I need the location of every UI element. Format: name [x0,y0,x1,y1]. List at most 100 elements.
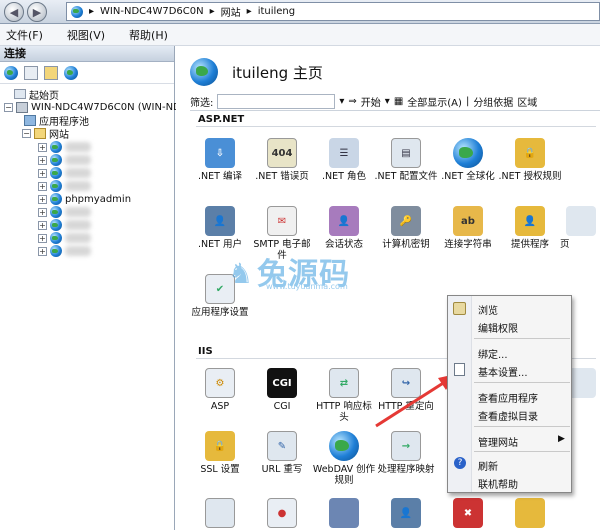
expand-icon[interactable]: + [38,155,47,165]
back-button[interactable]: ◀ [4,2,24,22]
separator: | [465,96,470,107]
feature-pages[interactable]: 页 [560,206,600,250]
folder-icon[interactable] [44,65,58,80]
menu-view[interactable]: 视图(V) [67,27,105,43]
feature-icon-only[interactable] [312,498,376,531]
expand-icon[interactable]: + [38,142,47,152]
ctx-view-virtual-directories[interactable]: 查看虚拟目录 [478,408,538,423]
feature-icon-only[interactable]: ✖ [436,498,500,531]
feature-net-roles[interactable]: ☰ .NET 角色 [312,138,376,182]
tree-item-site[interactable]: + [38,154,91,166]
pages-icon [566,206,596,236]
expand-icon[interactable]: + [38,220,47,230]
ctx-separator [474,382,570,383]
connections-toolbar [0,62,174,84]
feature-asp[interactable]: ⚙ ASP [188,368,252,412]
expand-icon[interactable]: + [38,233,47,243]
section-aspnet: ASP.NET [198,114,245,125]
feature-machine-key[interactable]: 🔑 计算机密钥 [374,206,438,250]
tree-item-site-phpmyadmin[interactable]: + phpmyadmin [38,193,131,205]
menu-file[interactable]: 文件(F) [6,27,43,43]
tree-item-site[interactable]: + [38,180,91,192]
connection-string-icon: ab [453,206,483,236]
tree-item-sites[interactable]: − 网站 [22,127,69,141]
response-headers-icon: ⇄ [329,368,359,398]
filter-input[interactable] [217,94,336,109]
feature-session-state[interactable]: 👤 会话状态 [312,206,376,250]
authorization-icon [515,498,545,528]
disconnect-icon[interactable] [64,65,78,80]
feature-icon-only[interactable] [188,498,252,531]
ctx-view-applications[interactable]: 查看应用程序 [478,390,538,405]
tree-item-start-page[interactable]: 起始页 [14,88,59,102]
expand-icon[interactable]: + [38,207,47,217]
feature-connection-strings[interactable]: ab 连接字符串 [436,206,500,250]
breadcrumb-sites[interactable]: 网站 [221,4,241,19]
forward-button[interactable]: ▶ [27,2,47,22]
expand-icon[interactable]: + [38,246,47,256]
feature-net-profile[interactable]: ▤ .NET 配置文件 [374,138,438,182]
connections-title: 连接 [0,46,174,62]
tree-item-app-pools[interactable]: 应用程序池 [24,114,89,128]
globe-icon [50,219,62,231]
roles-icon: ☰ [329,138,359,168]
ctx-browse[interactable]: 浏览 [478,302,498,317]
show-all-button[interactable]: 全部显示(A) [407,94,462,109]
filter-bar: 筛选: ▾ ⇒ 开始 ▾ ▦ 全部显示(A) | 分组依据 区域 [190,93,600,111]
feature-net-authorization-rules[interactable]: 🔒 .NET 授权规则 [498,138,562,182]
menu-help[interactable]: 帮助(H) [129,27,168,43]
feature-ssl-settings[interactable]: 🔒 SSL 设置 [188,431,252,475]
tree-item-site[interactable]: + [38,219,91,231]
providers-icon: 👤 [515,206,545,236]
tree-item-site[interactable]: + [38,232,91,244]
globe-icon [50,206,62,218]
ctx-edit-permissions[interactable]: 编辑权限 [478,320,518,335]
address-bar[interactable]: ▸ WIN-NDC4W7D6C0N ▸ 网站 ▸ ituileng [66,2,600,21]
collapse-icon[interactable]: − [4,102,13,112]
tree-item-site[interactable]: + [38,167,91,179]
feature-icon-only[interactable]: ● [250,498,314,531]
tree-item-server[interactable]: − WIN-NDC4W7D6C0N (WIN-NDC4W [4,101,204,113]
connections-panel: 连接 起始页 − WIN-NDC4W7D6C0N (WIN-NDC4W 应用程序… [0,46,204,530]
feature-url-rewrite[interactable]: ✎ URL 重写 [250,431,314,475]
feature-net-globalization[interactable]: .NET 全球化 [436,138,500,182]
group-by-label: 分组依据 [473,98,514,109]
expand-icon[interactable]: + [38,181,47,191]
dropdown-icon[interactable]: ▾ [385,96,390,107]
feature-http-response-headers[interactable]: ⇄ HTTP 响应标头 [312,368,376,423]
dropdown-icon[interactable]: ▾ [339,96,344,107]
download-arrow-icon: ⇩ [205,138,235,168]
feature-cgi[interactable]: CGI CGI [250,368,314,412]
ctx-basic-settings[interactable]: 基本设置... [478,364,528,379]
feature-webdav-authoring[interactable]: WebDAV 创作规则 [312,431,376,486]
feature-providers[interactable]: 👤 提供程序 [498,206,562,250]
go-button[interactable]: 开始 [361,94,381,109]
ctx-manage-website[interactable]: 管理网站 [478,434,518,449]
feature-net-error-pages[interactable]: 404 .NET 错误页 [250,138,314,182]
handler-mappings-icon: → [391,431,421,461]
breadcrumb-site[interactable]: ituileng [258,6,295,17]
watermark-url: www.tuyuanma.com [266,282,348,291]
tree-item-site[interactable]: + [38,206,91,218]
feature-icon-only[interactable] [498,498,562,531]
save-icon[interactable] [24,65,38,80]
tree-item-site[interactable]: + [38,141,91,153]
breadcrumb-server[interactable]: WIN-NDC4W7D6C0N [100,6,204,17]
ctx-bindings[interactable]: 绑定... [478,346,508,361]
connect-globe-icon[interactable] [4,65,18,80]
ctx-refresh[interactable]: 刷新 [478,458,498,473]
feature-net-compilation[interactable]: ⇩ .NET 编译 [188,138,252,182]
ctx-online-help[interactable]: 联机帮助 [478,476,518,491]
feature-net-users[interactable]: 👤 .NET 用户 [188,206,252,250]
feature-icon-only[interactable]: 👤 [374,498,438,531]
feature-handler-mappings[interactable]: → 处理程序映射 [374,431,438,475]
profile-icon: ▤ [391,138,421,168]
collapse-icon[interactable]: − [22,128,31,138]
expand-icon[interactable]: + [38,168,47,178]
show-all-icon: ▦ [393,96,404,107]
expand-icon[interactable]: + [38,194,47,204]
tree-item-site[interactable]: + [38,245,91,257]
group-by-select[interactable]: 区域 [517,94,537,109]
globe-icon [50,180,62,192]
breadcrumb-arrow-icon: ▸ [209,6,215,17]
